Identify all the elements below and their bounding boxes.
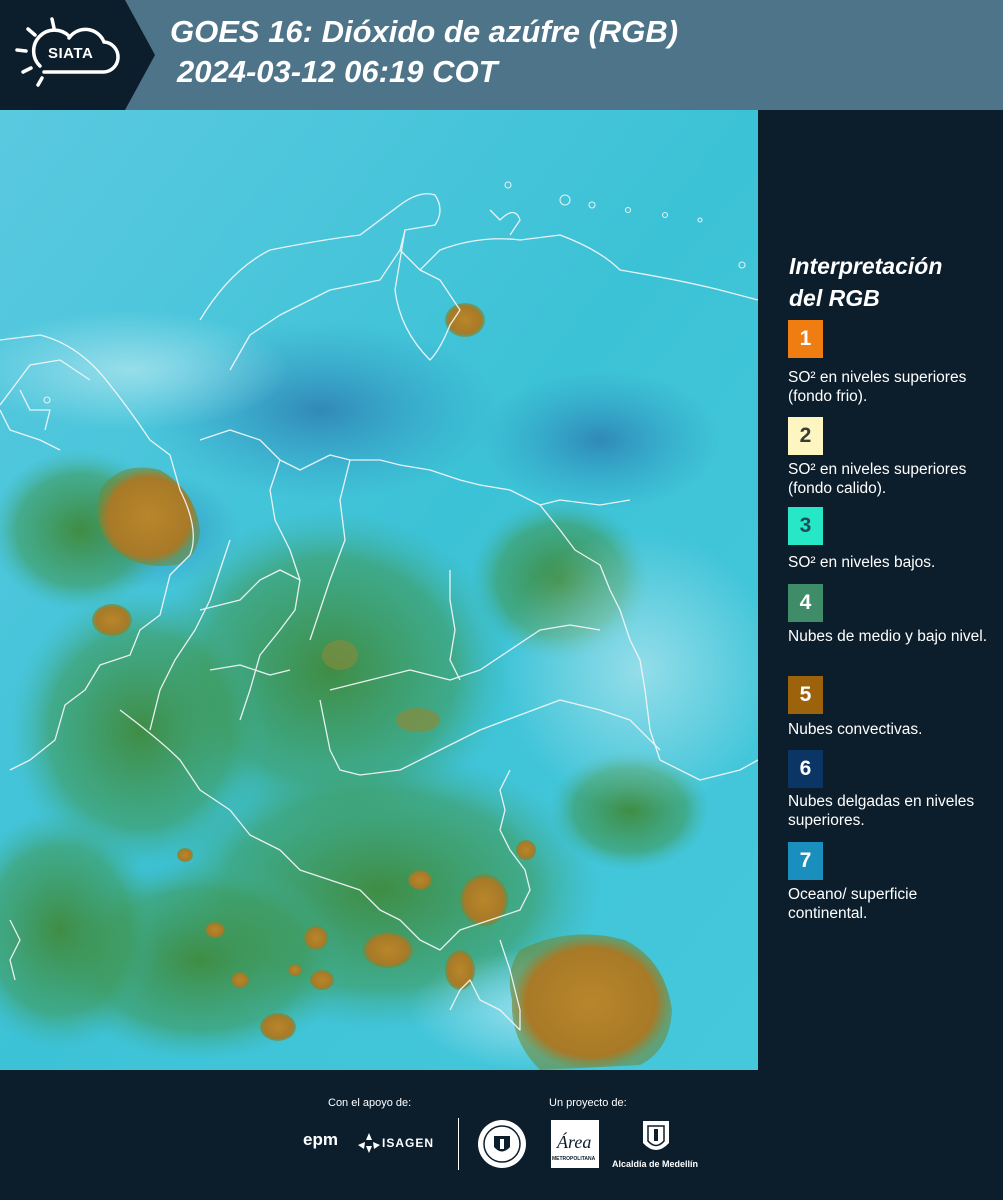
legend-panel: Interpretación del RGB 1 SO² en niveles … (760, 110, 1003, 1070)
page-timestamp: 2024-03-12 06:19 COT (177, 54, 498, 89)
satellite-image (0, 110, 758, 1070)
epm-logo: epm (303, 1130, 338, 1149)
footer: Con el apoyo de: Un proyecto de: epm ISA… (0, 1070, 1003, 1200)
isagen-icon (358, 1133, 380, 1153)
svg-text:Área: Área (556, 1131, 591, 1152)
legend-swatch-5: 5 (788, 676, 823, 714)
page-title: GOES 16: Dióxido de azúfre (RGB) (170, 14, 679, 49)
legend-text-5: Nubes convectivas. (788, 721, 923, 738)
alcaldia-shield-icon (643, 1121, 669, 1150)
legend-text-2: SO² en niveles superiores (fondo calido)… (788, 461, 967, 497)
support-label: Con el apoyo de: (328, 1097, 412, 1109)
legend-text-7: Oceano/ superficie continental. (788, 886, 918, 922)
legend-swatch-1: 1 (788, 320, 823, 358)
legend-text-3: SO² en niveles bajos. (788, 554, 936, 571)
legend-text-4: Nubes de medio y bajo nivel. (788, 628, 988, 645)
project-label: Un proyecto de: (549, 1097, 627, 1109)
metropolitana-text: METROPOLITANA (552, 1156, 596, 1162)
satellite-map (0, 110, 758, 1070)
isagen-logo: ISAGEN (382, 1136, 435, 1150)
legend-swatch-2: 2 (788, 417, 823, 455)
legend-title-line2: del RGB (789, 285, 880, 311)
legend-swatch-6: 6 (788, 750, 823, 788)
legend-title: Interpretación del RGB (789, 250, 942, 314)
logo-text: SIATA (48, 45, 94, 62)
medellin-seal-icon (478, 1120, 526, 1168)
legend-swatch-7: 7 (788, 842, 823, 880)
legend-title-line1: Interpretación (789, 253, 943, 279)
alcaldia-label: Alcaldía de Medellín (612, 1159, 699, 1169)
legend-text-6: Nubes delgadas en niveles superiores. (788, 793, 975, 829)
legend-swatch-4: 4 (788, 584, 823, 622)
footer-divider (458, 1118, 459, 1170)
header-bar: SIATA GOES 16: Dióxido de azúfre (RGB) 2… (0, 0, 1003, 110)
legend-swatch-3: 3 (788, 507, 823, 545)
legend-text-1: SO² en niveles superiores (fondo frio). (788, 369, 967, 405)
siata-logo: SIATA (0, 0, 155, 110)
